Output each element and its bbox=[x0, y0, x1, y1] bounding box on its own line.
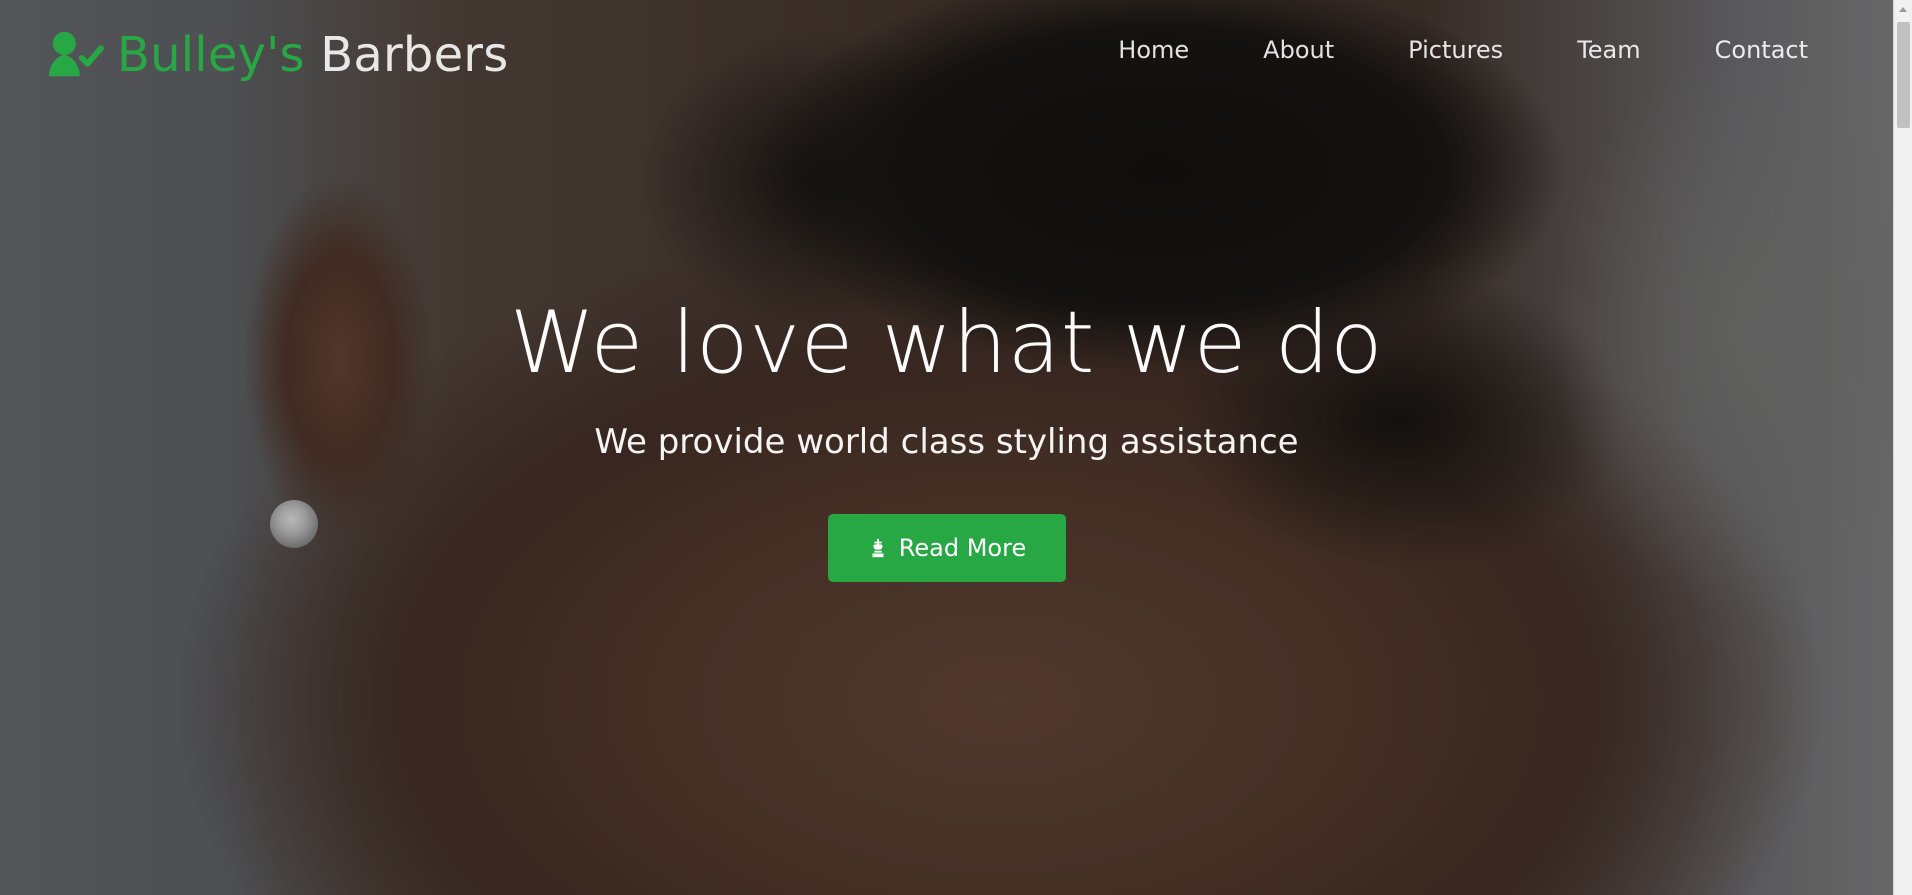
brand-name: Bulley's Barbers bbox=[117, 31, 508, 79]
nav-link-team[interactable]: Team bbox=[1577, 38, 1640, 62]
read-more-button[interactable]: Read More bbox=[827, 514, 1066, 583]
nav-link-home[interactable]: Home bbox=[1118, 38, 1189, 62]
nav-link-about[interactable]: About bbox=[1263, 38, 1334, 62]
scroll-up-arrow-icon[interactable] bbox=[1894, 0, 1912, 19]
page-viewport: Bulley's Barbers Home About Pictures Tea… bbox=[0, 0, 1893, 895]
nav-links: Home About Pictures Team Contact bbox=[1118, 38, 1808, 62]
brand-logo[interactable]: Bulley's Barbers bbox=[43, 22, 508, 88]
hero-subheadline: We provide world class styling assistanc… bbox=[594, 422, 1299, 462]
read-more-label: Read More bbox=[898, 534, 1027, 563]
brand-name-rest: Barbers bbox=[320, 27, 509, 83]
brand-name-accent: Bulley's bbox=[117, 27, 305, 83]
nav-link-contact[interactable]: Contact bbox=[1715, 38, 1808, 62]
vertical-scrollbar[interactable] bbox=[1893, 0, 1912, 895]
user-check-icon bbox=[48, 31, 104, 77]
nav-link-pictures[interactable]: Pictures bbox=[1408, 38, 1503, 62]
hero-headline: We love what we do bbox=[509, 293, 1384, 393]
scrollbar-thumb[interactable] bbox=[1897, 22, 1910, 128]
top-navbar: Bulley's Barbers Home About Pictures Tea… bbox=[0, 0, 1893, 110]
chess-king-icon bbox=[872, 539, 884, 558]
hero-content: We love what we do We provide world clas… bbox=[0, 293, 1893, 583]
